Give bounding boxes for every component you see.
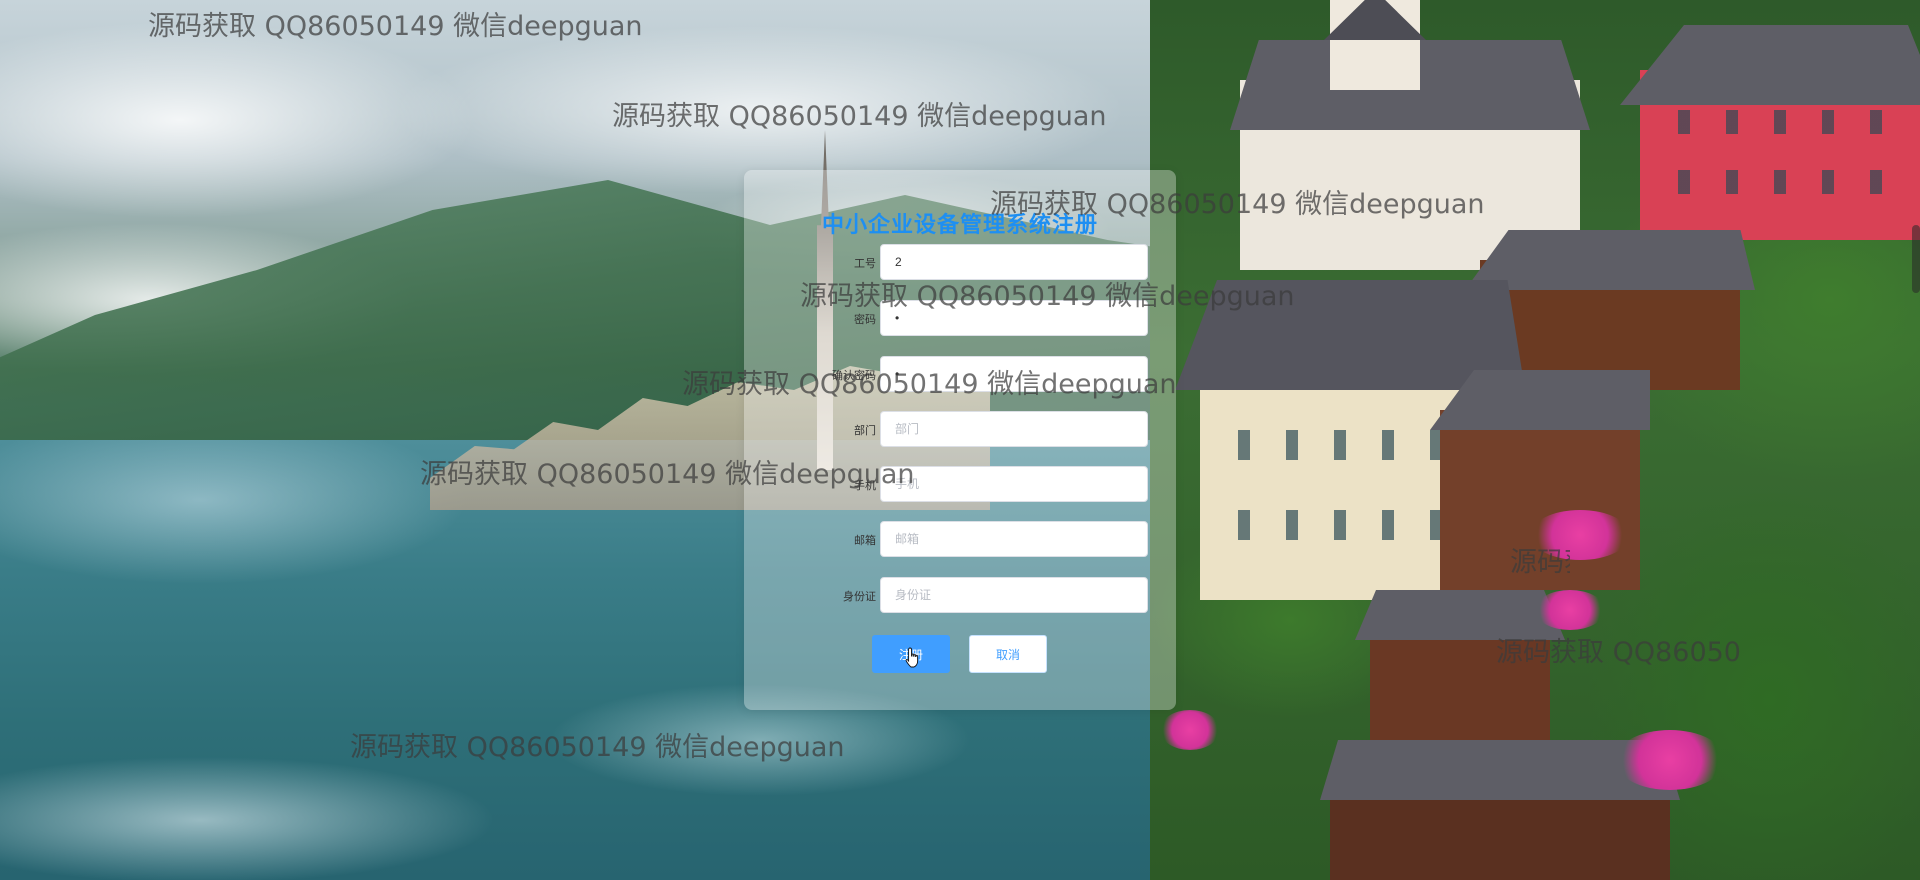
flower-box — [1535, 590, 1605, 630]
flower-box — [1160, 710, 1220, 750]
id-card-label: 身份证 — [843, 591, 876, 603]
phone-label: 手机 — [854, 480, 876, 492]
email-input[interactable] — [880, 521, 1148, 557]
phone-input[interactable] — [880, 466, 1148, 502]
password-input[interactable] — [880, 300, 1148, 336]
email-label: 邮箱 — [854, 535, 876, 547]
page-scrollbar[interactable] — [1912, 225, 1920, 293]
department-input[interactable] — [880, 411, 1148, 447]
employee-id-row: 工号 — [744, 244, 1176, 282]
wooden-house — [1320, 740, 1680, 880]
watermark-clipped: 源码获取 QQ86050149 微信deepguan — [1496, 630, 1741, 670]
hand-pointer-icon — [905, 647, 919, 668]
flower-box — [1615, 730, 1725, 790]
watermark: 源码获取 QQ86050149 微信deepguan — [1510, 547, 1570, 578]
confirm-password-row: 确认密码 — [744, 356, 1176, 394]
employee-id-input[interactable] — [880, 244, 1148, 280]
register-title: 中小企业设备管理系统注册 — [821, 212, 1098, 237]
department-row: 部门 — [744, 411, 1176, 449]
employee-id-label: 工号 — [854, 258, 876, 270]
email-row: 邮箱 — [744, 521, 1176, 559]
phone-row: 手机 — [744, 466, 1176, 504]
password-label: 密码 — [854, 314, 876, 326]
confirm-password-label: 确认密码 — [832, 370, 876, 382]
cancel-button[interactable]: 取消 — [969, 635, 1047, 673]
id-card-input[interactable] — [880, 577, 1148, 613]
register-card: 中小企业设备管理系统注册 工号 密码 确认密码 部门 手机 邮箱 身份证 注册 … — [744, 170, 1176, 710]
red-house — [1620, 25, 1920, 240]
watermark: 源码获取 QQ86050149 微信deepguan — [1496, 637, 1741, 668]
clock-tower — [1324, 0, 1426, 90]
watermark-clipped: 源码获取 QQ86050149 微信deepguan — [1510, 540, 1570, 580]
confirm-password-input[interactable] — [880, 356, 1148, 392]
department-label: 部门 — [854, 425, 876, 437]
id-card-row: 身份证 — [744, 577, 1176, 615]
password-row: 密码 — [744, 300, 1176, 338]
